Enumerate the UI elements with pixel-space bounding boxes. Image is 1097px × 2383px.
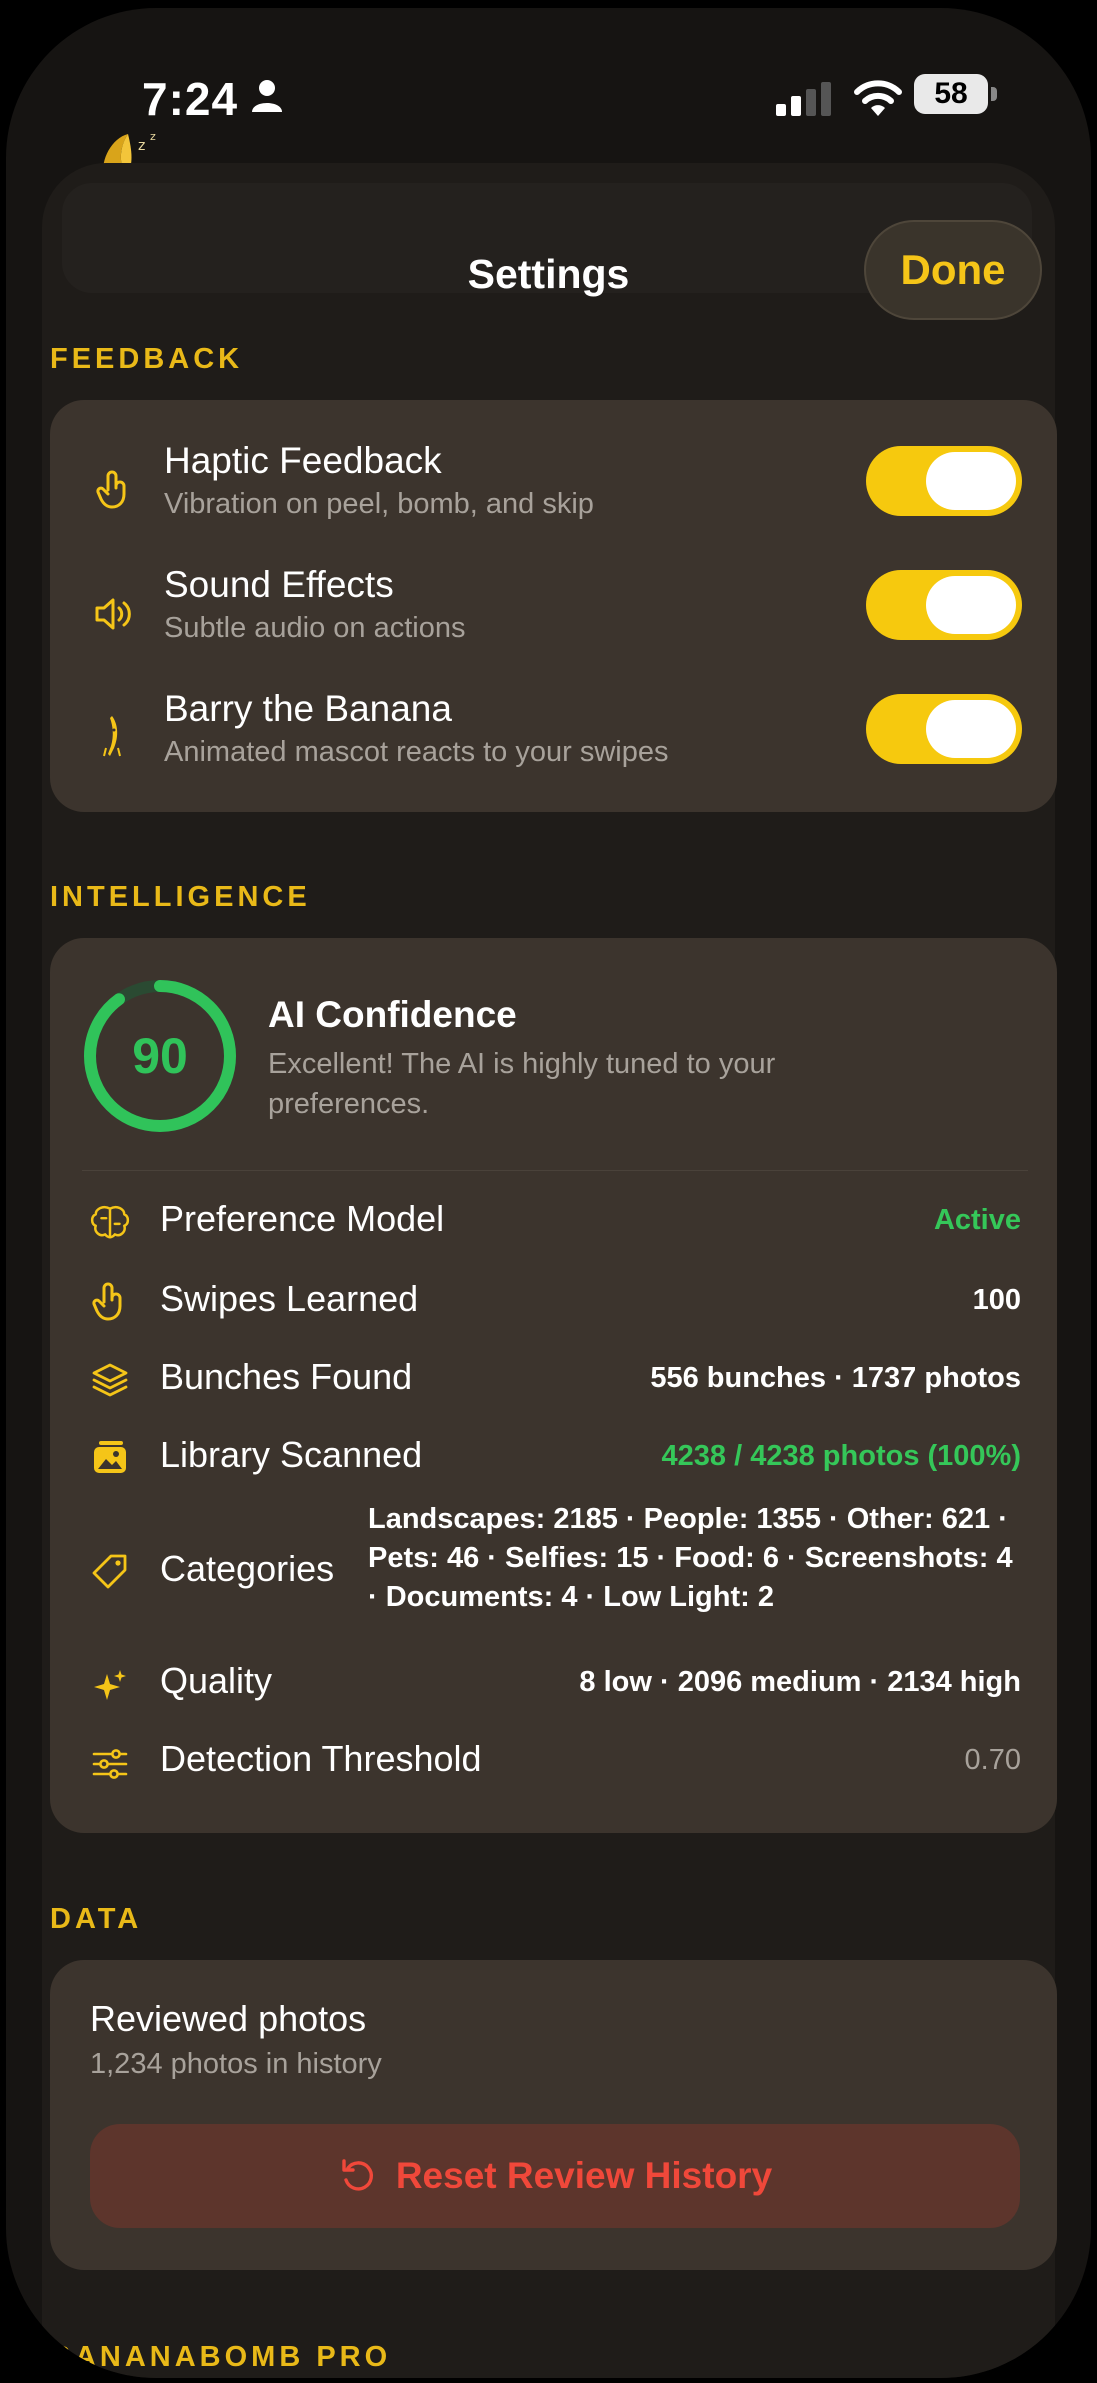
haptic-feedback-toggle[interactable] [866,446,1022,516]
confidence-score: 90 [132,1028,188,1084]
svg-text:z: z [138,138,145,154]
section-header-data: DATA [50,1903,143,1935]
data-card: Reviewed photos 1,234 photos in history … [50,1960,1057,2270]
reset-icon [342,2159,373,2191]
tag-icon [90,1552,130,1592]
status-time: 7:24 [142,73,239,125]
stat-value: 4238 / 4238 photos (100%) [661,1440,1021,1472]
stat-value: 0.70 [964,1744,1021,1776]
stat-label: Preference Model [160,1198,445,1239]
setting-title: Sound Effects [164,564,394,605]
photo-library-icon [90,1438,130,1478]
battery-level: 58 [934,77,968,110]
phone-screen: 7:24 58 z z Settings Done FEEDBACK Hapti… [6,8,1091,2378]
section-header-pro: BANANABOMB PRO [50,2341,392,2373]
setting-title: Barry the Banana [164,688,452,729]
sparkles-icon [90,1666,130,1706]
settings-sheet: Settings Done FEEDBACK Haptic Feedback V… [42,163,1057,2378]
wifi-icon [854,80,902,116]
sound-effects-toggle[interactable] [866,570,1022,640]
setting-subtitle: Subtle audio on actions [164,612,466,644]
stat-label: Categories [160,1548,335,1589]
reviewed-photos-title: Reviewed photos [90,1998,367,2039]
ai-confidence-title: AI Confidence [268,994,517,1035]
stat-value: Active [933,1204,1021,1236]
feedback-card: Haptic Feedback Vibration on peel, bomb,… [50,400,1057,812]
ai-confidence-description: Excellent! The AI is highly tuned to you… [268,1048,776,1120]
setting-subtitle: Vibration on peel, bomb, and skip [164,488,594,520]
section-header-intelligence: INTELLIGENCE [50,881,311,913]
speaker-icon [94,594,134,634]
stat-label: Detection Threshold [160,1738,482,1779]
reviewed-photos-count: 1,234 photos in history [90,2048,382,2080]
brain-icon [90,1202,130,1242]
cellular-signal-icon [776,82,831,116]
battery-icon: 58 [914,74,998,114]
stack-icon [90,1360,130,1400]
stat-value: 100 [972,1284,1021,1316]
stat-label: Library Scanned [160,1434,423,1475]
intelligence-card: 90 AI Confidence Excellent! The AI is hi… [50,938,1057,1833]
done-button[interactable]: Done [864,220,1042,320]
stat-value: 8 low · 2096 medium · 2134 high [579,1666,1021,1698]
status-bar: 7:24 58 [6,8,1091,168]
mascot-toggle[interactable] [866,694,1022,764]
reset-button-label: Reset Review History [395,2155,773,2196]
stat-label: Bunches Found [160,1356,413,1397]
tap-hand-icon [94,470,134,510]
setting-title: Haptic Feedback [164,440,442,481]
sliders-icon [90,1744,130,1784]
person-icon [252,80,282,112]
reset-review-history-button[interactable]: Reset Review History [90,2124,1020,2228]
setting-subtitle: Animated mascot reacts to your swipes [164,736,669,768]
stat-label: Quality [160,1660,273,1701]
divider [82,1170,1028,1171]
section-header-feedback: FEEDBACK [50,343,244,375]
tap-hand-icon [90,1282,130,1322]
stat-value: Landscapes: 2185 · People: 1355 · Other:… [368,1503,1013,1613]
banana-mascot-icon [94,716,134,757]
stat-value: 556 bunches · 1737 photos [650,1362,1021,1394]
svg-text:z: z [150,130,156,143]
stat-label: Swipes Learned [160,1278,419,1319]
